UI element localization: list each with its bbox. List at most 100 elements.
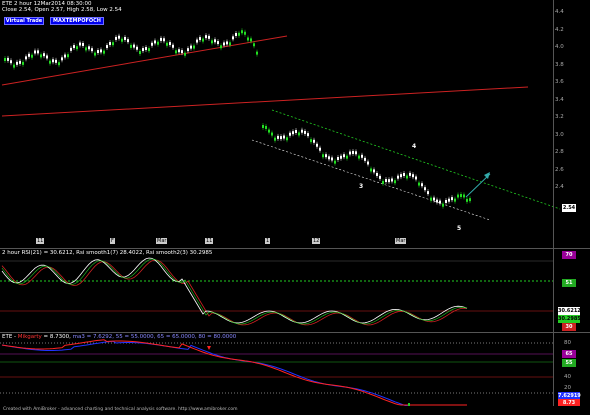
footer-text: Created with AmiBroker - advanced charti… <box>3 407 238 412</box>
last-price-tag: 2.54 <box>562 204 576 212</box>
candle <box>289 132 291 136</box>
candle <box>151 42 153 46</box>
candle <box>382 180 384 184</box>
indicator-pane[interactable]: ETE - Mikgarty = 8.7300, ma3 = 7.6292, 5… <box>0 332 590 407</box>
candle <box>94 52 96 56</box>
candle <box>394 180 396 184</box>
candle <box>175 50 177 54</box>
candle <box>301 129 303 133</box>
candle <box>28 53 30 57</box>
candle <box>268 129 270 133</box>
candle <box>403 172 405 176</box>
candle <box>271 132 273 136</box>
y-tick: 4.4 <box>555 9 564 15</box>
candle <box>187 48 189 52</box>
candle <box>154 40 156 44</box>
candle <box>283 135 285 139</box>
candle <box>217 41 219 45</box>
candle <box>193 45 195 49</box>
y-tick: 2.4 <box>555 184 564 190</box>
candle <box>49 60 51 64</box>
candle <box>406 175 408 179</box>
candle <box>232 36 234 40</box>
candle <box>376 172 378 176</box>
channel-upper <box>271 109 561 210</box>
candle <box>424 187 426 191</box>
rsi-smooth2-line <box>1 258 468 325</box>
y-tick: 3.0 <box>555 132 564 138</box>
candle <box>127 39 129 43</box>
candle <box>346 155 348 159</box>
candle <box>37 50 39 54</box>
candle <box>307 133 309 137</box>
candle <box>160 37 162 41</box>
candle <box>337 156 339 160</box>
candle <box>298 132 300 136</box>
footer: Created with AmiBroker - advanced charti… <box>0 406 590 415</box>
candle <box>466 198 468 202</box>
candle <box>133 44 135 48</box>
ind-ma-line <box>1 340 467 407</box>
candle <box>100 49 102 53</box>
candle <box>250 38 252 42</box>
candle <box>166 42 168 46</box>
candles <box>4 28 471 209</box>
candle <box>334 160 336 164</box>
candle <box>247 37 249 41</box>
candle <box>196 39 198 43</box>
candle <box>391 178 393 182</box>
candle <box>421 183 423 187</box>
candle <box>19 60 21 64</box>
candle <box>286 137 288 141</box>
candle <box>361 154 363 158</box>
candle <box>103 50 105 54</box>
candle <box>46 55 48 59</box>
channel-lower <box>251 139 491 221</box>
candle <box>64 54 66 58</box>
rsi-value-tag: 30.6212 <box>558 307 581 315</box>
candle <box>427 191 429 195</box>
candle <box>172 44 174 48</box>
candle <box>235 32 237 36</box>
rsi-axis-line <box>553 249 554 333</box>
candle <box>145 47 147 51</box>
candle <box>373 169 375 173</box>
price-pane[interactable]: ETE 2 hour 12Mar2014 08:30:00 Close 2.54… <box>0 0 590 248</box>
candle <box>202 38 204 42</box>
candle <box>325 154 327 158</box>
candle <box>418 182 420 186</box>
candle <box>220 45 222 49</box>
y-tick: 2.6 <box>555 167 564 173</box>
candle <box>115 36 117 40</box>
candle <box>205 35 207 39</box>
candle <box>310 139 312 143</box>
candle <box>367 161 369 165</box>
candle <box>211 40 213 44</box>
red-trendline-lower <box>1 86 529 117</box>
candle <box>454 198 456 202</box>
candle <box>124 36 126 40</box>
candle <box>439 200 441 204</box>
rsi-pane[interactable]: 2 hour RSI(21) = 30.6212, Rsi smooth1(7)… <box>0 248 590 333</box>
candle <box>280 136 282 140</box>
candle <box>463 194 465 198</box>
candle <box>313 139 315 143</box>
candle <box>112 42 114 46</box>
price-chart <box>1 28 561 221</box>
candle <box>10 60 12 64</box>
y-tick: 4.0 <box>555 44 564 50</box>
candle <box>58 62 60 66</box>
wave-label-3: 3 <box>359 183 364 190</box>
candle <box>244 31 246 35</box>
candle <box>442 203 444 207</box>
y-tick: 3.6 <box>555 79 564 85</box>
price-axis-line <box>553 0 554 248</box>
ind-axis-line <box>553 333 554 407</box>
candle <box>139 50 141 54</box>
candle <box>67 54 69 58</box>
ind-tick-40: 40 <box>564 374 571 380</box>
candle <box>349 151 351 155</box>
candle <box>229 42 231 46</box>
candle <box>469 198 471 202</box>
candle <box>169 42 171 46</box>
